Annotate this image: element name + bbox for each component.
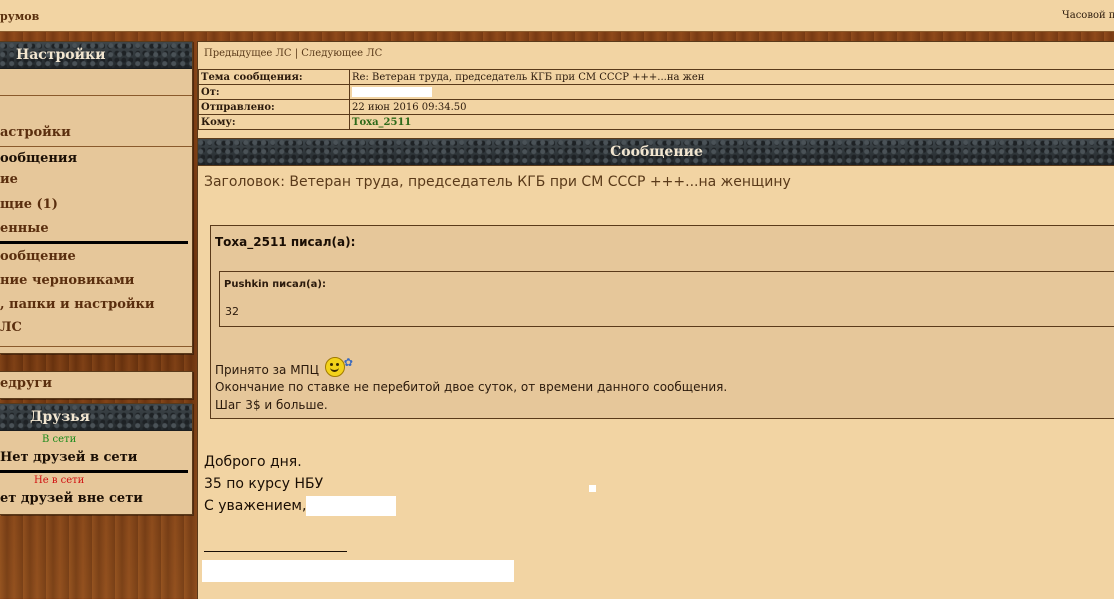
sidebar-item-messages[interactable]: ообщения xyxy=(0,151,192,166)
quote-line: Шаг 3$ и больше. xyxy=(215,398,328,412)
divider xyxy=(0,241,188,244)
sent-value: 22 июн 2016 09:34.50 xyxy=(350,100,1114,115)
friends-panel: Друзья В сети Нет друзей в сети Не в сет… xyxy=(0,403,193,515)
quote-block: Тоха_2511 писал(а): Pushkin писал(а): 32… xyxy=(210,225,1114,419)
sent-label: Отправлено: xyxy=(199,100,350,115)
signature-divider xyxy=(204,551,347,552)
sidebar-item-saved[interactable]: енные xyxy=(0,221,192,236)
message-body-line: С уважением, xyxy=(204,498,306,514)
top-bar: румов Часовой по xyxy=(0,0,1114,32)
settings-header: Настройки xyxy=(0,42,192,69)
nested-quote-author: Pushkin писал(а): xyxy=(224,279,326,290)
foes-panel: едруги xyxy=(0,371,193,399)
subject-value: Re: Ветеран труда, председатель КГБ при … xyxy=(350,70,1114,85)
next-pm-link[interactable]: Следующее ЛС xyxy=(301,48,382,59)
divider xyxy=(0,346,192,347)
sidebar-item-outbox[interactable]: щие (1) xyxy=(0,197,192,212)
redacted-signature xyxy=(202,560,514,582)
sidebar-item-settings[interactable]: астройки xyxy=(0,125,192,140)
online-empty-text: Нет друзей в сети xyxy=(0,450,192,465)
forum-link[interactable]: румов xyxy=(0,10,39,23)
flower-icon: ✿ xyxy=(344,356,353,369)
message-body-line: 35 по курсу НБУ xyxy=(204,476,323,492)
quote-line-text: Принято за МПЦ xyxy=(215,363,319,377)
sidebar-item-inbox[interactable]: ие xyxy=(0,172,192,187)
subject-label: Тема сообщения: xyxy=(199,70,350,85)
quote-line: Принято за МПЦ ✿ xyxy=(215,357,345,377)
redacted-mark xyxy=(589,485,596,492)
divider xyxy=(0,146,192,147)
message-body-line: Доброго дня. xyxy=(204,454,302,470)
quote-line: Окончание по ставке не перебитой двое су… xyxy=(215,380,727,394)
sidebar-item-new-message[interactable]: ообщение xyxy=(0,249,192,264)
message-view: Предыдущее ЛС | Следующее ЛС Тема сообще… xyxy=(197,41,1114,599)
nav-separator: | xyxy=(295,48,298,59)
to-value[interactable]: Тоха_2511 xyxy=(350,115,1114,130)
redacted-name xyxy=(306,496,396,516)
smiley-icon: ✿ xyxy=(325,357,345,377)
settings-panel: Настройки астройки ообщения ие щие (1) е… xyxy=(0,41,193,354)
pm-navigation: Предыдущее ЛС | Следующее ЛС xyxy=(204,48,382,59)
offline-label: Не в сети xyxy=(34,475,84,486)
sidebar-item-pm[interactable]: ЛС xyxy=(0,320,192,335)
sidebar-item-drafts[interactable]: ние черновиками xyxy=(0,273,192,288)
nested-quote-block: Pushkin писал(а): 32 xyxy=(219,271,1114,327)
from-value xyxy=(350,85,1114,100)
prev-pm-link[interactable]: Предыдущее ЛС xyxy=(204,48,292,59)
message-subject: Заголовок: Ветеран труда, председатель К… xyxy=(204,174,791,190)
nested-quote-text: 32 xyxy=(225,305,239,318)
message-header: Сообщение xyxy=(198,138,1114,166)
online-label: В сети xyxy=(42,434,76,445)
sidebar-item-folders[interactable]: , папки и настройки xyxy=(0,297,192,312)
redacted-sender xyxy=(352,87,432,97)
divider xyxy=(0,95,192,96)
to-label: Кому: xyxy=(199,115,350,130)
sidebar-item-foes[interactable]: едруги xyxy=(0,376,192,391)
friends-header: Друзья xyxy=(0,404,192,431)
message-meta-table: Тема сообщения: Re: Ветеран труда, предс… xyxy=(198,69,1114,130)
from-label: От: xyxy=(199,85,350,100)
divider xyxy=(0,470,188,473)
timezone-text: Часовой по xyxy=(1062,10,1114,21)
offline-empty-text: ет друзей вне сети xyxy=(0,491,192,506)
quote-author: Тоха_2511 писал(а): xyxy=(215,235,355,249)
